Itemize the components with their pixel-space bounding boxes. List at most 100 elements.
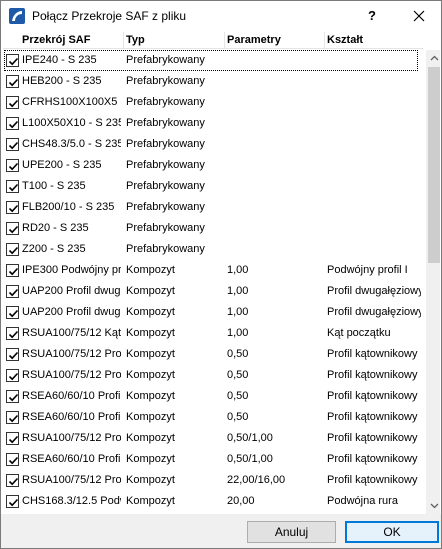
table-row[interactable]: IPE240 - S 235 Prefabrykowany <box>3 50 423 71</box>
section-name-cell: UAP200 Profil dwugałęziowy <box>22 285 121 297</box>
column-header-section[interactable]: Przekrój SAF <box>22 34 121 46</box>
row-checkbox[interactable] <box>6 75 19 88</box>
row-checkbox[interactable] <box>6 138 19 151</box>
section-name-cell: T100 - S 235 <box>22 180 86 192</box>
section-name-cell: RSUA100/75/12 Profil kątownikowy <box>22 348 121 360</box>
row-checkbox[interactable] <box>6 369 19 382</box>
checkmark-icon <box>8 435 19 444</box>
row-checkbox[interactable] <box>6 348 19 361</box>
row-checkbox[interactable] <box>6 327 19 340</box>
row-checkbox[interactable] <box>6 264 19 277</box>
checkmark-icon <box>8 204 19 213</box>
shape-cell: Profil kątownikowy <box>327 390 418 402</box>
table-row[interactable]: UAP200 Profil dwugałęziowy Kompozyt 1,00 Pr… <box>3 281 423 302</box>
table-row[interactable]: UAP200 Profil dwugałęziowy Kompozyt 1,00 Pr… <box>3 302 423 323</box>
table-row[interactable]: CFRHS100X100X5 - S 235 Prefabrykowany <box>3 92 423 113</box>
parameters-cell: 0,50/1,00 <box>227 432 273 444</box>
type-cell: Kompozyt <box>126 327 175 339</box>
row-checkbox[interactable] <box>6 117 19 130</box>
table-row[interactable]: RD20 - S 235 Prefabrykowany <box>3 218 423 239</box>
row-checkbox[interactable] <box>6 390 19 403</box>
checkmark-icon <box>8 225 19 234</box>
table-row[interactable]: RSUA100/75/12 Profil kątownikowy Kompozyt… <box>3 470 423 491</box>
parameters-cell: 20,00 <box>227 495 255 507</box>
row-checkbox[interactable] <box>6 306 19 319</box>
type-cell: Kompozyt <box>126 432 175 444</box>
section-name-cell: HEB200 - S 235 <box>22 75 102 87</box>
cancel-button[interactable]: Anuluj <box>247 521 336 543</box>
table-row[interactable]: L100X50X10 - S 235 Prefabrykowany <box>3 113 423 134</box>
parameters-cell: 0,50 <box>227 411 249 423</box>
section-name-cell: RSEA60/60/10 Profil kątownikowy <box>22 411 121 423</box>
column-header-shape[interactable]: Kształt <box>327 34 421 46</box>
parameters-cell: 0,50 <box>227 369 249 381</box>
row-checkbox[interactable] <box>6 474 19 487</box>
checkmark-icon <box>8 183 19 192</box>
parameters-cell: 22,00/16,00 <box>227 474 286 486</box>
type-cell: Kompozyt <box>126 453 175 465</box>
column-divider[interactable] <box>224 32 225 48</box>
checkmark-icon <box>8 99 19 108</box>
checkmark-icon <box>8 141 19 150</box>
row-checkbox[interactable] <box>6 54 19 67</box>
title-bar[interactable]: Połącz Przekroje SAF z pliku ? <box>1 1 441 31</box>
checkmark-icon <box>8 330 19 339</box>
section-name-cell: UPE200 - S 235 <box>22 159 102 171</box>
table-row[interactable]: CHS168.3/12.5 Podwójna rura Kompozyt 20,00… <box>3 491 423 512</box>
column-header-type[interactable]: Typ <box>126 34 224 46</box>
column-divider[interactable] <box>123 32 124 48</box>
type-cell: Kompozyt <box>126 474 175 486</box>
row-checkbox[interactable] <box>6 180 19 193</box>
table-row[interactable]: RSUA100/75/12 Kąt początku Kompozyt 1,00 Ką… <box>3 323 423 344</box>
column-divider[interactable] <box>324 32 325 48</box>
row-checkbox[interactable] <box>6 411 19 424</box>
row-checkbox[interactable] <box>6 243 19 256</box>
row-checkbox[interactable] <box>6 285 19 298</box>
table-row[interactable]: FLB200/10 - S 235 Prefabrykowany <box>3 197 423 218</box>
row-checkbox[interactable] <box>6 201 19 214</box>
table-row[interactable]: CHS48.3/5.0 - S 235 Prefabrykowany <box>3 134 423 155</box>
type-cell: Kompozyt <box>126 411 175 423</box>
type-cell: Kompozyt <box>126 285 175 297</box>
table-row[interactable]: RSUA100/75/12 Profil kątownikowy Kompozyt… <box>3 428 423 449</box>
table-row[interactable]: RSEA60/60/10 Profil kątownikowy Kompozyt 0… <box>3 386 423 407</box>
parameters-cell: 0,50 <box>227 348 249 360</box>
table-row[interactable]: RSEA60/60/10 Profil kątownikowy Kompozyt 0… <box>3 449 423 470</box>
table-row[interactable]: RSUA100/75/12 Profil kątownikowy Kompozyt… <box>3 344 423 365</box>
row-checkbox[interactable] <box>6 432 19 445</box>
parameters-cell: 1,00 <box>227 264 249 276</box>
table-row[interactable]: T100 - S 235 Prefabrykowany <box>3 176 423 197</box>
table-row[interactable]: RSUA100/75/12 Profil kątownikowy Kompozyt… <box>3 365 423 386</box>
help-button[interactable]: ? <box>357 1 387 31</box>
shape-cell: Profil kątownikowy <box>327 411 418 423</box>
close-button[interactable] <box>401 1 437 31</box>
ok-button[interactable]: OK <box>345 521 439 543</box>
vertical-scrollbar[interactable] <box>426 50 440 514</box>
close-icon <box>413 10 425 22</box>
section-name-cell: CHS168.3/12.5 Podwójna rura <box>22 495 121 507</box>
table-row[interactable]: UPE200 - S 235 Prefabrykowany <box>3 155 423 176</box>
row-checkbox[interactable] <box>6 222 19 235</box>
row-checkbox[interactable] <box>6 96 19 109</box>
type-cell: Prefabrykowany <box>126 138 205 150</box>
table-row[interactable]: HEB200 - S 235 Prefabrykowany <box>3 71 423 92</box>
column-header-parameters[interactable]: Parametry <box>227 34 323 46</box>
table-row[interactable]: Z200 - S 235 Prefabrykowany <box>3 239 423 260</box>
scroll-up-button[interactable] <box>426 50 440 67</box>
scroll-thumb[interactable] <box>428 67 440 263</box>
section-name-cell: Z200 - S 235 <box>22 243 86 255</box>
section-name-cell: CHS48.3/5.0 - S 235 <box>22 138 121 150</box>
row-checkbox[interactable] <box>6 495 19 508</box>
checkmark-icon <box>8 57 19 66</box>
row-checkbox[interactable] <box>6 159 19 172</box>
section-name-cell: RSUA100/75/12 Profil kątownikowy <box>22 369 121 381</box>
row-checkbox[interactable] <box>6 453 19 466</box>
section-name-cell: UAP200 Profil dwugałęziowy <box>22 306 121 318</box>
checkmark-icon <box>8 456 19 465</box>
checkmark-icon <box>8 393 19 402</box>
table-row[interactable]: IPE300 Podwójny profil I Kompozyt 1,00 Podw… <box>3 260 423 281</box>
scroll-down-button[interactable] <box>426 497 440 514</box>
type-cell: Kompozyt <box>126 495 175 507</box>
chevron-up-icon <box>430 55 439 61</box>
table-row[interactable]: RSEA60/60/10 Profil kątownikowy Kompozyt 0… <box>3 407 423 428</box>
